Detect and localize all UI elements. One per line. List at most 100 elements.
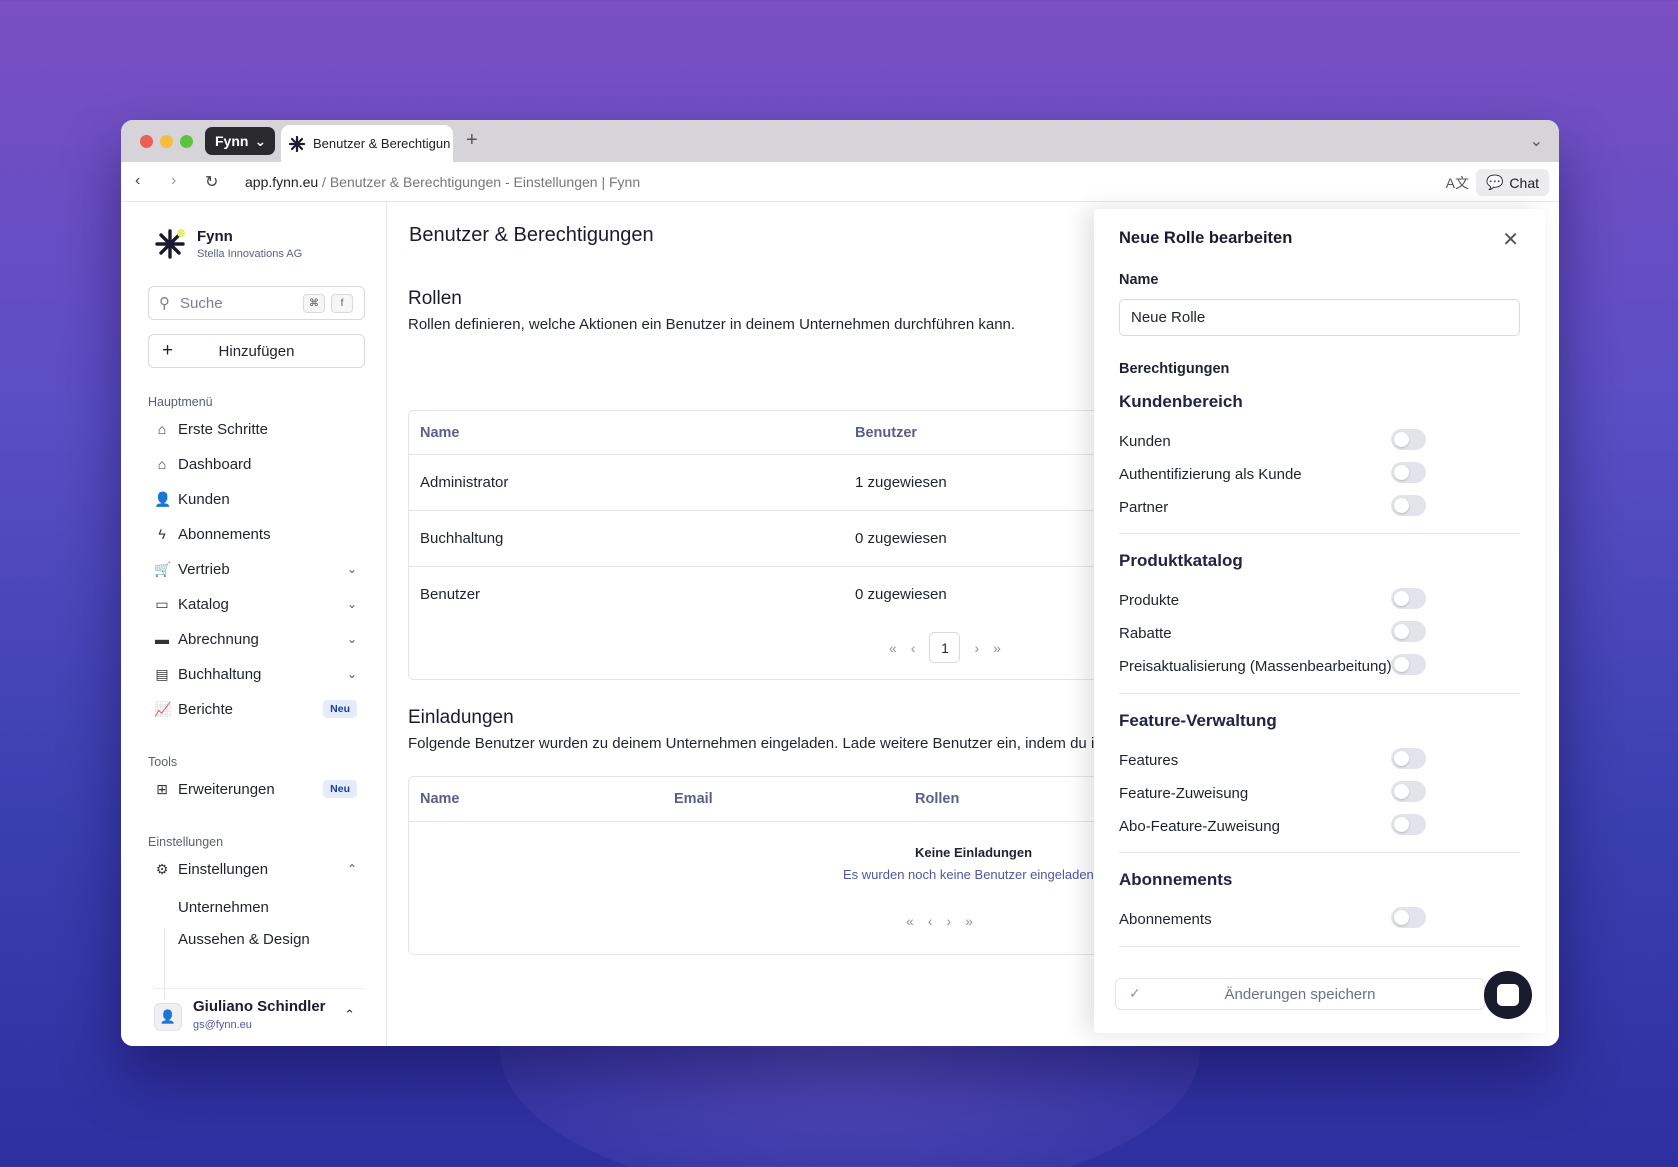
toggle-auth-kunde[interactable] [1391,462,1426,483]
close-icon[interactable]: ✕ [1502,227,1519,252]
search-placeholder: Suche [180,294,223,312]
home-icon: ⌂ [157,456,167,472]
chevron-down-icon: ⌄ [346,632,357,646]
toggle-produkte[interactable] [1391,588,1426,609]
browser-tab[interactable]: Benutzer & Berechtigun [281,125,453,162]
sidebar-item-label: Erweiterungen [178,780,275,798]
toggle-feature-zuweisung[interactable] [1391,781,1426,802]
new-tab-icon[interactable]: + [466,129,478,152]
forward-icon[interactable]: › [171,172,176,190]
toggle-abonnements[interactable] [1391,907,1426,928]
edit-role-panel: Neue Rolle bearbeiten ✕ Name Berechtigun… [1094,209,1545,1033]
roles-description: Rollen definieren, welche Aktionen ein B… [408,316,1016,333]
sidebar-item-kunden[interactable]: 👤 Kunden [154,484,365,514]
search-input[interactable]: ⚲ Suche ⌘ f [148,286,365,320]
group-title-kundenbereich: Kundenbereich [1119,392,1243,411]
perm-partner: Partner [1119,499,1169,516]
sidebar-item-erweiterungen[interactable]: ⊞ Erweiterungen Neu [154,774,365,804]
reload-icon[interactable]: ↻ [205,172,218,192]
toggle-preisaktualisierung[interactable] [1391,654,1426,675]
cart-icon: 🛒 [154,560,172,577]
search-icon: ⚲ [159,295,170,312]
minimize-window-button[interactable] [160,135,173,148]
tab-title: Benutzer & Berechtigun [313,136,451,151]
chevron-down-icon: ⌄ [346,562,357,576]
chevron-down-icon: ⌄ [254,132,267,149]
last-page-icon[interactable]: » [965,913,973,929]
perm-abo-feature-zuweisung: Abo-Feature-Zuweisung [1119,818,1280,835]
user-name: Giuliano Schindler [193,998,326,1015]
sidebar-item-label: Erste Schritte [178,420,269,438]
tab-list-chevron-icon[interactable]: ⌄ [1530,131,1543,151]
next-page-icon[interactable]: › [946,913,951,929]
sidebar-item-vertrieb[interactable]: 🛒 Vertrieb ⌄ [154,554,365,584]
sidebar-subitem-aussehen[interactable]: Aussehen & Design [178,931,310,948]
perm-rabatte: Rabatte [1119,625,1172,642]
user-menu[interactable]: 👤 Giuliano Schindler gs@fynn.eu ⌃ [154,988,365,1033]
empty-state-title: Keine Einladungen [915,845,1033,860]
first-page-icon[interactable]: « [889,640,897,656]
close-window-button[interactable] [140,135,153,148]
chat-button[interactable]: 💬 Chat [1475,169,1549,196]
url-field[interactable]: app.fynn.eu / Benutzer & Berechtigungen … [245,174,640,190]
sidebar-item-einstellungen[interactable]: ⚙ Einstellungen ⌃ [154,854,365,884]
chevron-down-icon: ⌄ [346,667,357,681]
roles-title: Rollen [408,288,462,309]
group-title-produktkatalog: Produktkatalog [1119,551,1243,570]
back-icon[interactable]: ‹ [135,172,140,190]
add-button[interactable]: + Hinzufügen [148,334,365,368]
group-title-feature-verwaltung: Feature-Verwaltung [1119,711,1277,730]
sidebar-item-abrechnung[interactable]: ▬ Abrechnung ⌄ [154,624,365,654]
toggle-rabatte[interactable] [1391,621,1426,642]
toggle-kunden[interactable] [1391,429,1426,450]
column-header-email: Email [674,791,713,807]
page-number[interactable]: 1 [929,632,961,663]
profile-switcher[interactable]: Fynn ⌄ [205,127,275,155]
profile-label: Fynn [215,133,249,149]
chat-icon [1497,984,1519,1006]
sidebar-item-dashboard[interactable]: ⌂ Dashboard [154,449,365,479]
first-page-icon[interactable]: « [906,913,914,929]
toggle-abo-feature-zuweisung[interactable] [1391,814,1426,835]
url-path: / Benutzer & Berechtigungen - Einstellun… [318,174,641,190]
role-users: 0 zugewiesen [855,530,947,547]
address-bar: ‹ › ↻ app.fynn.eu / Benutzer & Berechtig… [121,162,1559,202]
toggle-features[interactable] [1391,748,1426,769]
translate-icon[interactable]: A文 [1446,173,1469,193]
brand[interactable]: Fynn Stella Innovations AG [155,228,302,260]
divider [1119,852,1520,853]
brand-company: Stella Innovations AG [197,248,303,260]
perm-kunden: Kunden [1119,433,1171,450]
permissions-label: Berechtigungen [1119,361,1230,377]
next-page-icon[interactable]: › [974,640,979,656]
calculator-icon: ▤ [155,665,169,682]
new-badge: Neu [323,700,357,718]
sidebar-item-katalog[interactable]: ▭ Katalog ⌄ [154,589,365,619]
role-name-input[interactable] [1119,299,1520,336]
divider [1119,533,1520,534]
chat-label: Chat [1509,174,1539,191]
toggle-partner[interactable] [1391,495,1426,516]
sidebar-item-abonnements[interactable]: ϟ Abonnements [154,519,365,549]
prev-page-icon[interactable]: ‹ [911,640,916,656]
divider [1119,693,1520,694]
sidebar-subitem-unternehmen[interactable]: Unternehmen [178,899,269,916]
perm-auth-kunde: Authentifizierung als Kunde [1119,466,1302,483]
sidebar-item-erste-schritte[interactable]: ⌂ Erste Schritte [154,414,365,444]
save-button[interactable]: ✓ Änderungen speichern [1115,978,1485,1010]
perm-feature-zuweisung: Feature-Zuweisung [1119,785,1249,802]
divider [409,821,1207,822]
chat-widget-button[interactable] [1484,971,1532,1019]
column-header-roles: Rollen [915,791,960,807]
name-label: Name [1119,272,1159,288]
sidebar-item-buchhaltung[interactable]: ▤ Buchhaltung ⌄ [154,659,365,689]
grid-icon: ⊞ [156,780,168,797]
prev-page-icon[interactable]: ‹ [928,913,933,929]
last-page-icon[interactable]: » [993,640,1001,656]
home-filled-icon: ⌂ [157,421,167,437]
sidebar-item-label: Dashboard [178,455,252,473]
maximize-window-button[interactable] [180,135,193,148]
divider [409,510,1207,511]
sidebar-item-berichte[interactable]: 📈 Berichte Neu [154,694,365,724]
plus-icon: + [162,340,174,361]
